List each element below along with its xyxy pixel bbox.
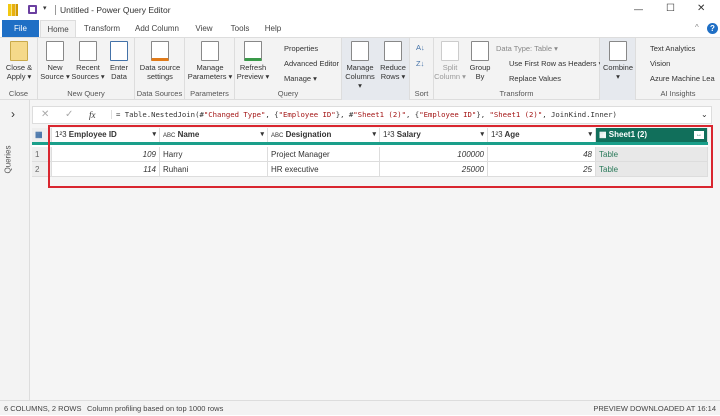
status-profiling[interactable]: Column profiling based on top 1000 rows — [87, 401, 223, 416]
tab-add-column[interactable]: Add Column — [132, 20, 182, 37]
group-parameters: Manage Parameters ▾ Parameters — [185, 38, 235, 100]
manage-button[interactable]: Manage ▾ — [284, 74, 317, 83]
tab-view[interactable]: View — [190, 20, 218, 37]
group-ai-insights: Text Analytics Vision Azure Machine Lea … — [636, 38, 720, 100]
reduce-rows-button[interactable]: Reduce Rows ▾ — [378, 41, 408, 81]
split-column-button[interactable]: Split Column ▾ — [434, 41, 466, 81]
data-type-dropdown[interactable]: Data Type: Table ▾ — [496, 44, 558, 53]
group-manage: Manage Columns ▾ Reduce Rows ▾ — [342, 38, 410, 100]
minimize-button[interactable]: — — [634, 4, 643, 14]
recent-sources-icon — [79, 41, 97, 61]
refresh-icon — [244, 41, 262, 61]
group-by-button[interactable]: Group By — [467, 41, 493, 81]
refresh-preview-button[interactable]: Refresh Preview ▾ — [236, 41, 270, 81]
ribbon-tabs: File Home Transform Add Column View Tool… — [0, 20, 720, 37]
parameters-icon — [201, 41, 219, 61]
maximize-button[interactable]: ☐ — [666, 3, 675, 14]
sort-descending-icon[interactable]: Z↓ — [416, 59, 424, 68]
columns-icon — [351, 41, 369, 61]
group-label: New Query — [67, 89, 105, 98]
group-data-sources: Data source settings Data Sources — [135, 38, 185, 100]
status-row-count: 6 COLUMNS, 2 ROWS — [4, 404, 82, 413]
data-source-settings-button[interactable]: Data source settings — [136, 41, 184, 81]
commit-formula-icon[interactable]: ✓ — [65, 109, 73, 120]
group-close: Close & Apply ▾ Close — [0, 38, 38, 100]
group-label: AI Insights — [660, 89, 696, 98]
group-label: Transform — [499, 89, 534, 98]
group-combine: Combine ▾ — [600, 38, 636, 100]
save-icon[interactable] — [28, 5, 37, 14]
group-label: Sort — [414, 89, 429, 98]
text-analytics-button[interactable]: Text Analytics — [650, 44, 695, 53]
queries-pane: › Queries — [0, 100, 30, 400]
tab-transform[interactable]: Transform — [80, 20, 124, 37]
sort-ascending-icon[interactable]: A↓ — [416, 43, 425, 52]
expand-formula-icon[interactable]: ⌄ — [701, 110, 708, 119]
quick-access-dropdown-icon[interactable]: ▾ — [43, 4, 47, 12]
combine-icon — [609, 41, 627, 61]
enter-data-button[interactable]: Enter Data — [106, 41, 132, 81]
power-bi-logo-icon — [8, 4, 18, 16]
ribbon: Close & Apply ▾ Close New Source ▾ Recent S… — [0, 37, 720, 100]
collapse-ribbon-icon[interactable]: ^ — [695, 23, 699, 32]
tab-help[interactable]: Help — [260, 20, 286, 37]
table-icon — [110, 41, 128, 61]
expand-queries-button[interactable]: › — [11, 107, 15, 121]
azure-ml-button[interactable]: Azure Machine Lea — [650, 74, 715, 83]
fx-icon[interactable]: fx — [89, 110, 96, 120]
tab-file[interactable]: File — [2, 20, 39, 37]
tab-tools[interactable]: Tools — [226, 20, 254, 37]
close-apply-button[interactable]: Close & Apply ▾ — [2, 41, 36, 81]
recent-sources-button[interactable]: Recent Sources ▾ — [71, 41, 105, 81]
queries-label: Queries — [3, 145, 13, 174]
title-bar: ▾ Untitled - Power Query Editor — ☐ ✕ — [0, 0, 720, 20]
group-sort: A↓ Z↓ Sort — [410, 38, 434, 100]
status-bar: 6 COLUMNS, 2 ROWS Column profiling based… — [0, 400, 720, 415]
new-source-button[interactable]: New Source ▾ — [40, 41, 70, 81]
advanced-editor-button[interactable]: Advanced Editor — [284, 59, 339, 68]
split-column-icon — [441, 41, 459, 61]
group-query: Refresh Preview ▾ Properties Advanced Edi… — [235, 38, 342, 100]
status-preview-time: PREVIEW DOWNLOADED AT 16:14 — [593, 404, 716, 413]
new-source-icon — [46, 41, 64, 61]
help-icon[interactable]: ? — [707, 23, 718, 34]
group-by-icon — [471, 41, 489, 61]
group-label: Parameters — [190, 89, 229, 98]
properties-button[interactable]: Properties — [284, 44, 318, 53]
gear-icon — [151, 41, 169, 61]
window-title: Untitled - Power Query Editor — [55, 5, 171, 15]
manage-columns-button[interactable]: Manage Columns ▾ — [344, 41, 376, 90]
vision-button[interactable]: Vision — [650, 59, 670, 68]
close-apply-icon — [10, 41, 28, 61]
replace-values-button[interactable]: Replace Values — [509, 74, 561, 83]
manage-parameters-button[interactable]: Manage Parameters ▾ — [186, 41, 234, 81]
cancel-formula-icon[interactable]: ✕ — [41, 109, 49, 120]
combine-button[interactable]: Combine ▾ — [601, 41, 635, 81]
group-label: Data Sources — [136, 89, 183, 98]
group-label: Close — [8, 89, 29, 98]
formula-bar[interactable]: ✕ ✓ fx = Table.NestedJoin(#"Changed Type… — [32, 106, 712, 124]
use-first-row-headers-button[interactable]: Use First Row as Headers ▾ — [509, 59, 602, 68]
group-label: Query — [277, 89, 299, 98]
formula-text[interactable]: = Table.NestedJoin(#"Changed Type", {"Em… — [111, 110, 617, 119]
tab-home[interactable]: Home — [40, 20, 76, 37]
highlight-box — [48, 125, 713, 188]
group-transform: Split Column ▾ Group By Data Type: Table ▾… — [434, 38, 602, 100]
close-button[interactable]: ✕ — [697, 3, 705, 14]
rows-icon — [384, 41, 402, 61]
group-new-query: New Source ▾ Recent Sources ▾ Enter Data Ne… — [38, 38, 135, 100]
